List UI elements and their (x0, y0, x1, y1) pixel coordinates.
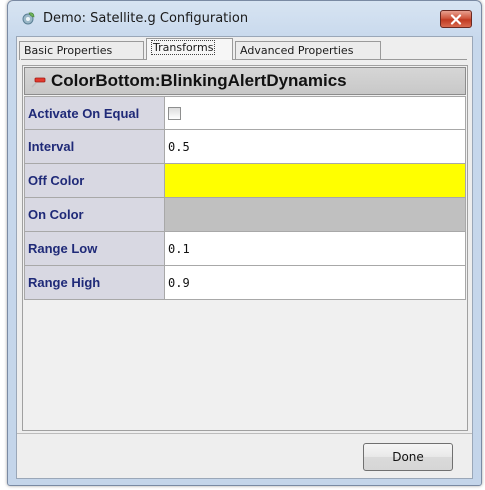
off-color-swatch[interactable] (165, 164, 466, 197)
section-title: ColorBottom:BlinkingAlertDynamics (51, 71, 347, 90)
section-header[interactable]: ColorBottom:BlinkingAlertDynamics (24, 67, 466, 95)
collapse-minus-icon[interactable] (31, 73, 47, 89)
close-icon (450, 13, 462, 25)
window-title: Demo: Satellite.g Configuration (43, 11, 249, 26)
property-label: On Color (24, 198, 165, 231)
close-button[interactable] (440, 10, 472, 28)
range-high-field[interactable]: 0.9 (165, 266, 466, 299)
property-row-interval: Interval 0.5 (24, 130, 466, 164)
property-label: Range Low (24, 232, 165, 265)
property-label: Off Color (24, 164, 165, 197)
property-row-range-low: Range Low 0.1 (24, 232, 466, 266)
gear-leaf-icon (22, 12, 35, 25)
tab-label: Basic Properties (24, 44, 113, 57)
property-row-activate-on-equal: Activate On Equal (24, 96, 466, 130)
property-grid: Activate On Equal Interval 0.5 Off Color… (24, 96, 466, 300)
property-label: Interval (24, 130, 165, 163)
property-row-off-color: Off Color (24, 164, 466, 198)
range-low-field[interactable]: 0.1 (165, 232, 466, 265)
property-label: Range High (24, 266, 165, 299)
button-bar: Done (17, 433, 472, 478)
dialog-content: Basic Properties Transforms Advanced Pro… (16, 36, 473, 479)
tab-label: Advanced Properties (240, 44, 354, 57)
property-value-cell[interactable] (165, 97, 466, 129)
tab-divider (21, 59, 467, 60)
tab-transforms[interactable]: Transforms (146, 38, 233, 60)
property-panel: ColorBottom:BlinkingAlertDynamics Activa… (22, 65, 468, 431)
dialog-window: Demo: Satellite.g Configuration Basic Pr… (7, 0, 482, 486)
tab-strip: Basic Properties Transforms Advanced Pro… (19, 37, 469, 60)
property-row-on-color: On Color (24, 198, 466, 232)
property-row-range-high: Range High 0.9 (24, 266, 466, 300)
activate-on-equal-checkbox[interactable] (168, 106, 181, 120)
on-color-swatch[interactable] (165, 198, 466, 231)
title-bar[interactable]: Demo: Satellite.g Configuration (8, 1, 481, 35)
property-label: Activate On Equal (24, 97, 165, 129)
tab-basic-properties[interactable]: Basic Properties (19, 41, 144, 60)
tab-label: Transforms (151, 40, 216, 55)
interval-field[interactable]: 0.5 (165, 130, 466, 163)
tab-advanced-properties[interactable]: Advanced Properties (235, 41, 381, 60)
done-button[interactable]: Done (363, 443, 453, 471)
